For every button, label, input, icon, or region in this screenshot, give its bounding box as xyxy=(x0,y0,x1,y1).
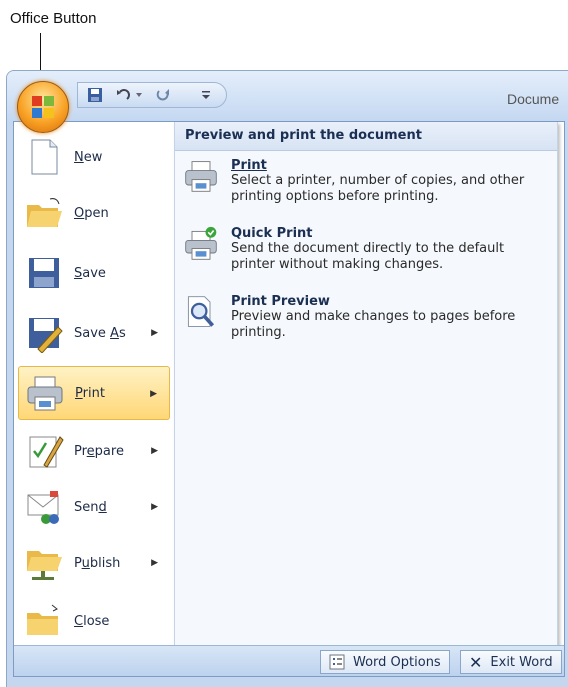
word-window: Docume New Open Save Save As ▶ Print ▶ P… xyxy=(6,70,568,687)
customize-toolbar-icon[interactable] xyxy=(200,86,212,104)
printer-icon xyxy=(27,376,63,411)
close-folder-icon xyxy=(27,604,58,635)
word-options-label: Word Options xyxy=(353,654,441,670)
option-title: Print xyxy=(231,158,267,173)
menu-item-close[interactable]: Close xyxy=(18,594,170,648)
save-icon[interactable] xyxy=(86,86,104,104)
submenu-arrow-icon: ▶ xyxy=(151,502,158,512)
undo-dropdown-icon[interactable] xyxy=(134,86,144,104)
submenu-arrow-icon: ▶ xyxy=(151,446,158,456)
print-submenu-panel: Preview and print the document Print Sel… xyxy=(174,122,558,646)
option-description: Preview and make changes to pages before… xyxy=(231,309,516,340)
document-title: Docume xyxy=(507,91,560,107)
redo-icon[interactable] xyxy=(154,86,172,104)
menu-item-publish[interactable]: Publish ▶ xyxy=(18,536,170,590)
exit-word-label: Exit Word xyxy=(490,654,553,670)
publish-icon xyxy=(27,551,62,580)
submenu-arrow-icon: ▶ xyxy=(151,328,158,338)
menu-item-send[interactable]: Send ▶ xyxy=(18,480,170,534)
menu-footer: Word Options ✕ Exit Word xyxy=(14,645,564,676)
exit-x-icon: ✕ xyxy=(469,652,483,672)
send-icon xyxy=(27,491,59,524)
menu-item-prepare[interactable]: Prepare ▶ xyxy=(18,424,170,478)
menu-item-open[interactable]: Open xyxy=(18,186,170,240)
option-title: Print Preview xyxy=(231,294,330,309)
menu-item-print[interactable]: Print ▶ xyxy=(18,366,170,420)
submenu-option-print[interactable]: Print Select a printer, number of copies… xyxy=(183,158,551,205)
menu-command-list: New Open Save Save As ▶ Print ▶ Prepare … xyxy=(14,122,174,646)
save-as-icon xyxy=(29,318,63,353)
print-preview-icon xyxy=(187,296,215,327)
office-button[interactable] xyxy=(17,81,69,133)
open-folder-icon xyxy=(27,198,62,227)
menu-item-save-as[interactable]: Save As ▶ xyxy=(18,306,170,360)
menu-item-save[interactable]: Save xyxy=(18,246,170,300)
prepare-icon xyxy=(29,436,64,468)
submenu-option-print-preview[interactable]: Print Preview Preview and make changes t… xyxy=(183,294,551,341)
submenu-option-quick-print[interactable]: Quick Print Send the document directly t… xyxy=(183,226,551,273)
office-button-callout: Office Button xyxy=(10,10,97,27)
option-title: Quick Print xyxy=(231,226,313,241)
save-disk-icon xyxy=(29,258,59,288)
word-options-button[interactable]: Word Options xyxy=(320,650,450,674)
submenu-arrow-icon: ▶ xyxy=(150,389,157,399)
office-menu: New Open Save Save As ▶ Print ▶ Prepare … xyxy=(13,121,565,677)
quick-access-toolbar xyxy=(77,82,227,108)
office-logo-icon xyxy=(32,96,54,118)
printer-icon xyxy=(185,161,217,192)
submenu-arrow-icon: ▶ xyxy=(151,558,158,568)
exit-word-button[interactable]: ✕ Exit Word xyxy=(460,650,562,674)
word-options-icon xyxy=(329,654,345,670)
panel-header: Preview and print the document xyxy=(175,122,557,151)
title-bar: Docume xyxy=(7,71,568,123)
new-document-icon xyxy=(31,139,58,175)
quick-print-icon xyxy=(185,226,217,260)
menu-item-new[interactable]: New xyxy=(18,130,170,184)
option-description: Select a printer, number of copies, and … xyxy=(231,173,525,204)
undo-icon[interactable] xyxy=(114,86,132,104)
option-description: Send the document directly to the defaul… xyxy=(231,241,505,272)
